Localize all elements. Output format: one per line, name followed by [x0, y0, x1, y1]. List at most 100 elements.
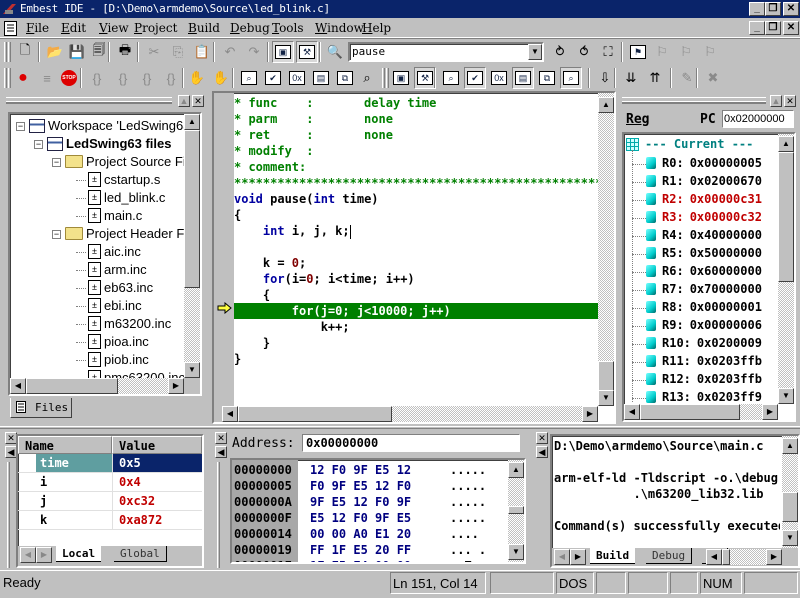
tree-item-workspace[interactable]: Workspace 'LedSwing63' — [29, 118, 184, 133]
menu-file[interactable]: File — [26, 21, 49, 35]
scroll-right-button[interactable]: ▶ — [766, 549, 782, 565]
scroll-down-button[interactable]: ▼ — [598, 390, 614, 406]
menu-tools[interactable]: Tools — [272, 21, 304, 35]
tree-item-file[interactable]: ± led_blink.c — [88, 190, 165, 205]
variable-row[interactable]: j 0xc32 — [18, 492, 202, 511]
scroll-up-button[interactable]: ▲ — [598, 97, 614, 113]
scroll-up-button[interactable]: ▲ — [778, 136, 794, 152]
find-combo-dropdown[interactable]: ▼ — [528, 44, 542, 60]
tab-scroll-right[interactable]: ▶ — [36, 547, 52, 563]
scroll-thumb[interactable] — [778, 152, 794, 282]
tab-scroll-left[interactable]: ◀ — [20, 547, 36, 563]
memory-toggle-button[interactable]: ▤ — [512, 67, 534, 89]
tree-item-file[interactable]: ± main.c — [88, 208, 142, 223]
scroll-thumb[interactable] — [26, 378, 118, 394]
code-line[interactable]: k = 0; — [234, 255, 598, 271]
code-line[interactable] — [234, 239, 598, 255]
register-row[interactable]: R11: 0x0203ffb — [646, 354, 762, 368]
scroll-down-button[interactable]: ▼ — [782, 530, 798, 546]
scroll-left-button[interactable]: ◀ — [706, 549, 722, 565]
bookmark-next-button[interactable]: ⚐ — [651, 41, 673, 63]
pane-grip[interactable] — [622, 97, 766, 104]
register-row[interactable]: R6: 0x60000000 — [646, 264, 762, 278]
step-out-button[interactable]: {} — [136, 67, 158, 89]
code-line[interactable]: * ret : none — [234, 127, 598, 143]
scroll-up-button[interactable]: ▲ — [184, 114, 200, 130]
tree-item-folder[interactable]: Project Header Files — [65, 226, 184, 241]
code-line[interactable]: k++; — [234, 319, 598, 335]
workspace-window-button[interactable]: ▣ — [272, 41, 294, 63]
tree-item-file[interactable]: ± cstartup.s — [88, 172, 160, 187]
code-line[interactable]: ****************************************… — [234, 175, 598, 191]
editor-gutter[interactable] — [214, 93, 234, 406]
doc-restore-button[interactable]: ❐ — [765, 21, 781, 35]
output-window-button[interactable]: ⚒ — [296, 41, 318, 63]
run-to-cursor-button[interactable]: {} — [160, 67, 182, 89]
scroll-up-button[interactable]: ▲ — [782, 438, 798, 454]
output-toggle-button[interactable]: ⚒ — [414, 67, 436, 89]
watch-toggle-button[interactable]: ⌕ — [440, 67, 462, 89]
variable-row[interactable]: k 0xa872 — [18, 511, 202, 530]
call-stack-button[interactable]: ⧉ — [334, 67, 356, 89]
register-row[interactable]: R12: 0x0203ffb — [646, 372, 762, 386]
code-line[interactable]: } — [234, 351, 598, 367]
code-line[interactable]: * comment: — [234, 159, 598, 175]
memory-vscrollbar[interactable]: ▲ ▼ — [508, 460, 524, 562]
register-row[interactable]: R0: 0x00000005 — [646, 156, 762, 170]
scroll-down-button[interactable]: ▼ — [508, 544, 524, 560]
memory-row[interactable]: 00000000 12 F0 9F E5 12..... — [232, 462, 508, 478]
save-button[interactable]: 💾 — [66, 41, 88, 63]
tree-expand-toggle[interactable]: − — [52, 158, 61, 167]
tree-item-file[interactable]: ± m63200.inc — [88, 316, 171, 331]
code-line[interactable]: { — [234, 207, 598, 223]
memory-window-button[interactable]: ▤ — [310, 67, 332, 89]
stop-button[interactable]: STOP — [58, 67, 80, 89]
go-button[interactable]: ● — [12, 67, 34, 89]
bookmark-clear-button[interactable]: ⚐ — [699, 41, 721, 63]
register-row[interactable]: R13: 0x0203ff9 — [646, 390, 762, 404]
tree-item-file[interactable]: ± eb63.inc — [88, 280, 153, 295]
cut-button[interactable]: ✂ — [143, 41, 165, 63]
menu-edit[interactable]: Edit — [61, 21, 86, 35]
register-group[interactable]: --- Current --- — [626, 137, 753, 151]
pane-splitter[interactable] — [0, 426, 800, 429]
code-line[interactable]: } — [234, 335, 598, 351]
tree-item-file[interactable]: ± ebi.inc — [88, 298, 142, 313]
find-in-files-button[interactable]: 🔍 — [324, 41, 346, 63]
registers-toggle-button[interactable]: 0x — [488, 67, 510, 89]
callstack-toggle-button[interactable]: ⧉ — [536, 67, 558, 89]
new-file-button[interactable]: 🗋 — [14, 41, 36, 63]
code-line[interactable]: * modify : — [234, 143, 598, 159]
remote-connect-button[interactable]: ⇊ — [620, 67, 642, 89]
code-line[interactable]: { — [234, 287, 598, 303]
bookmark-toggle-button[interactable]: ⚑ — [627, 41, 649, 63]
output-hscrollbar[interactable]: ◀ ▶ — [706, 549, 782, 565]
scroll-left-button[interactable]: ◀ — [624, 404, 640, 420]
document-icon[interactable] — [4, 21, 17, 36]
tree-expand-toggle[interactable]: − — [34, 140, 43, 149]
breakpoint-hand-button[interactable]: ✋ — [186, 67, 208, 89]
find-combo[interactable]: pause ▼ — [348, 42, 544, 62]
address-input[interactable]: 0x00000000 — [302, 434, 520, 452]
find-next-button[interactable]: ⥁ — [549, 41, 571, 63]
paste-button[interactable]: 📋 — [191, 41, 213, 63]
scroll-right-button[interactable]: ▶ — [762, 404, 778, 420]
tree-item-file[interactable]: ± arm.inc — [88, 262, 147, 277]
menu-window[interactable]: Window — [315, 21, 364, 35]
toolbar-grip[interactable] — [382, 68, 385, 88]
disassembly-button[interactable]: ⌕ — [356, 67, 378, 89]
run-button[interactable]: ≡ — [36, 67, 58, 89]
toolbar-grip[interactable] — [8, 68, 11, 88]
tree-vscrollbar[interactable]: ▲ ▼ — [184, 114, 200, 378]
register-row[interactable]: R4: 0x40000000 — [646, 228, 762, 242]
col-header-name[interactable]: Name — [18, 436, 112, 454]
tab-scroll-left[interactable]: ◀ — [554, 549, 570, 565]
pane-close-button[interactable]: ✕ — [784, 95, 796, 107]
pc-input[interactable]: 0x02000000 — [722, 110, 794, 128]
reset-button[interactable]: ✖ — [702, 67, 724, 89]
scroll-thumb[interactable] — [508, 506, 524, 514]
tab-global[interactable]: Global — [114, 546, 167, 562]
memory-row[interactable]: 0000000F E5 12 F0 9F E5..... — [232, 510, 508, 526]
bookmark-prev-button[interactable]: ⚐ — [675, 41, 697, 63]
tree-hscrollbar[interactable]: ◀ ▶ — [10, 378, 184, 394]
